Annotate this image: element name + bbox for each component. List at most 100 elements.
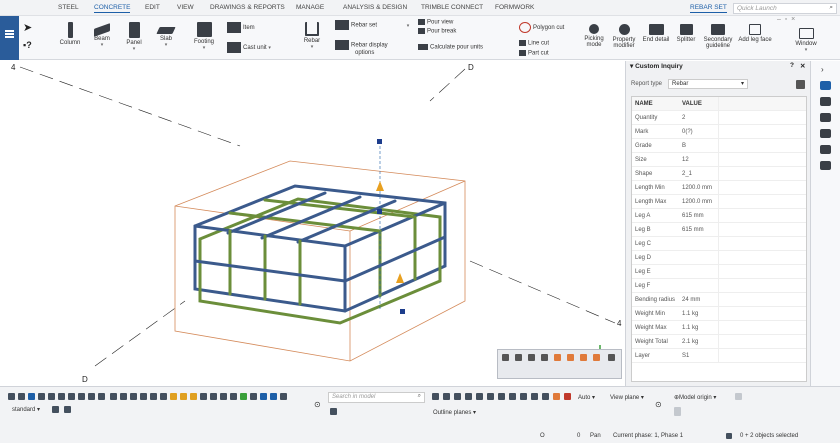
snap-icon[interactable]: [465, 393, 472, 400]
snap-icon[interactable]: [515, 354, 522, 361]
snap-icon[interactable]: [220, 393, 227, 400]
rebar-display-options-button[interactable]: Rebar display options: [335, 40, 388, 56]
snap-icon[interactable]: [567, 354, 574, 361]
close-icon[interactable]: [608, 354, 615, 361]
search-icon[interactable]: ⌕: [418, 393, 421, 400]
file-menu-button[interactable]: [0, 16, 19, 60]
model-origin-select[interactable]: ⊕Model origin ▾: [674, 394, 716, 401]
table-row[interactable]: Weight Max 1.1 kg: [632, 321, 806, 335]
chevron-right-icon[interactable]: ›: [821, 65, 824, 74]
auto-select[interactable]: Auto ▾: [578, 394, 595, 401]
table-row[interactable]: Leg B 615 mm: [632, 223, 806, 237]
help-icon[interactable]: ?: [790, 62, 794, 69]
column-button[interactable]: Column: [59, 22, 81, 46]
snap-icon[interactable]: [140, 393, 147, 400]
tab-view[interactable]: VIEW: [177, 4, 194, 11]
snap-icon[interactable]: [260, 393, 267, 400]
table-row[interactable]: Leg F: [632, 279, 806, 293]
snap-icon[interactable]: [170, 393, 177, 400]
select-icon[interactable]: [98, 393, 105, 400]
eye-icon[interactable]: ⊙: [655, 400, 662, 409]
select-icon[interactable]: [68, 393, 75, 400]
cast-unit-button[interactable]: Cast unit ▾: [227, 42, 271, 53]
tab-steel[interactable]: STEEL: [58, 4, 79, 11]
help-tool-button[interactable]: ▪?: [23, 40, 32, 50]
select-icon[interactable]: [38, 393, 45, 400]
select-icon[interactable]: [8, 393, 15, 400]
table-row[interactable]: Leg A 615 mm: [632, 209, 806, 223]
table-row[interactable]: Grade B: [632, 139, 806, 153]
table-row[interactable]: Leg E: [632, 265, 806, 279]
inquiry-icon[interactable]: [820, 81, 831, 90]
globe-icon[interactable]: [820, 97, 831, 106]
slab-button[interactable]: Slab ▾: [155, 22, 177, 48]
search-icon[interactable]: ⌕: [829, 4, 833, 12]
tab-manage[interactable]: MANAGE: [296, 4, 324, 11]
snap-icon[interactable]: [554, 354, 561, 361]
quick-launch-input[interactable]: Quick Launch ⌕: [733, 3, 837, 14]
restore-icon[interactable]: ▫: [785, 16, 787, 23]
view-plane-select[interactable]: View plane ▾: [610, 394, 644, 401]
shapes-icon[interactable]: [820, 161, 831, 170]
close-icon[interactable]: ✕: [800, 62, 805, 70]
select-tool-button[interactable]: ➤: [23, 21, 32, 34]
toggle-icon[interactable]: [674, 407, 681, 416]
polygon-cut-button[interactable]: Polygon cut: [519, 22, 564, 33]
snap-icon[interactable]: [280, 393, 287, 400]
snap-icon[interactable]: [432, 393, 439, 400]
report-type-select[interactable]: Rebar ▾: [668, 79, 748, 89]
select-icon[interactable]: [88, 393, 95, 400]
property-modifier-button[interactable]: Property modifier: [609, 24, 639, 49]
tab-formwork[interactable]: FORMWORK: [495, 4, 534, 11]
line-cut-button[interactable]: Line cut: [519, 40, 549, 47]
minimize-icon[interactable]: –: [777, 16, 781, 23]
chevron-down-icon[interactable]: ▾: [630, 63, 633, 70]
cube-icon[interactable]: [820, 145, 831, 154]
pencil-icon[interactable]: [796, 80, 805, 89]
table-row[interactable]: Leg C: [632, 237, 806, 251]
footing-button[interactable]: Footing ▾: [191, 22, 217, 51]
select-icon[interactable]: [78, 393, 85, 400]
tab-analysis-design[interactable]: ANALYSIS & DESIGN: [343, 4, 407, 11]
table-row[interactable]: Quantity 2: [632, 111, 806, 125]
snap-icon[interactable]: [250, 393, 257, 400]
table-row[interactable]: Size 12: [632, 153, 806, 167]
add-icon[interactable]: [735, 393, 742, 400]
lock-icon[interactable]: [726, 433, 732, 439]
pour-break-button[interactable]: Pour break: [418, 28, 456, 35]
table-row[interactable]: Weight Min 1.1 kg: [632, 307, 806, 321]
snap-icon[interactable]: [240, 393, 247, 400]
snap-icon[interactable]: [180, 393, 187, 400]
eye-icon[interactable]: ⊙: [314, 400, 321, 409]
select-icon[interactable]: [28, 393, 35, 400]
snap-icon[interactable]: [190, 393, 197, 400]
snap-icon[interactable]: [120, 393, 127, 400]
rebar-set-button[interactable]: Rebar set ▾: [335, 20, 409, 30]
part-cut-button[interactable]: Part cut: [519, 50, 549, 57]
snap-icon[interactable]: [130, 393, 137, 400]
gear-icon[interactable]: [52, 406, 59, 413]
tab-trimble-connect[interactable]: TRIMBLE CONNECT: [421, 4, 483, 11]
snap-icon[interactable]: [531, 393, 538, 400]
snap-icon[interactable]: [498, 393, 505, 400]
snap-icon[interactable]: [110, 393, 117, 400]
model-viewport[interactable]: 4 D D 4: [0, 61, 625, 386]
panel-button[interactable]: Panel ▾: [123, 22, 145, 52]
cloud-icon[interactable]: [820, 113, 831, 122]
select-icon[interactable]: [48, 393, 55, 400]
snap-icon[interactable]: [520, 393, 527, 400]
pour-view-button[interactable]: Pour view: [418, 19, 453, 26]
table-row[interactable]: Length Min 1200.0 mm: [632, 181, 806, 195]
filter-icon[interactable]: [330, 408, 337, 415]
tab-drawings-reports[interactable]: DRAWINGS & REPORTS: [210, 4, 285, 11]
snap-icon[interactable]: [580, 354, 587, 361]
tab-rebar-set[interactable]: REBAR SET: [690, 4, 727, 13]
snap-icon[interactable]: [200, 393, 207, 400]
snap-icon[interactable]: [476, 393, 483, 400]
snap-icon[interactable]: [509, 393, 516, 400]
splitter-button[interactable]: Splitter: [673, 24, 699, 43]
picking-mode-button[interactable]: Picking mode: [581, 24, 607, 48]
tab-edit[interactable]: EDIT: [145, 4, 160, 11]
end-detail-button[interactable]: End detail: [641, 24, 671, 43]
table-row[interactable]: Length Max 1200.0 mm: [632, 195, 806, 209]
